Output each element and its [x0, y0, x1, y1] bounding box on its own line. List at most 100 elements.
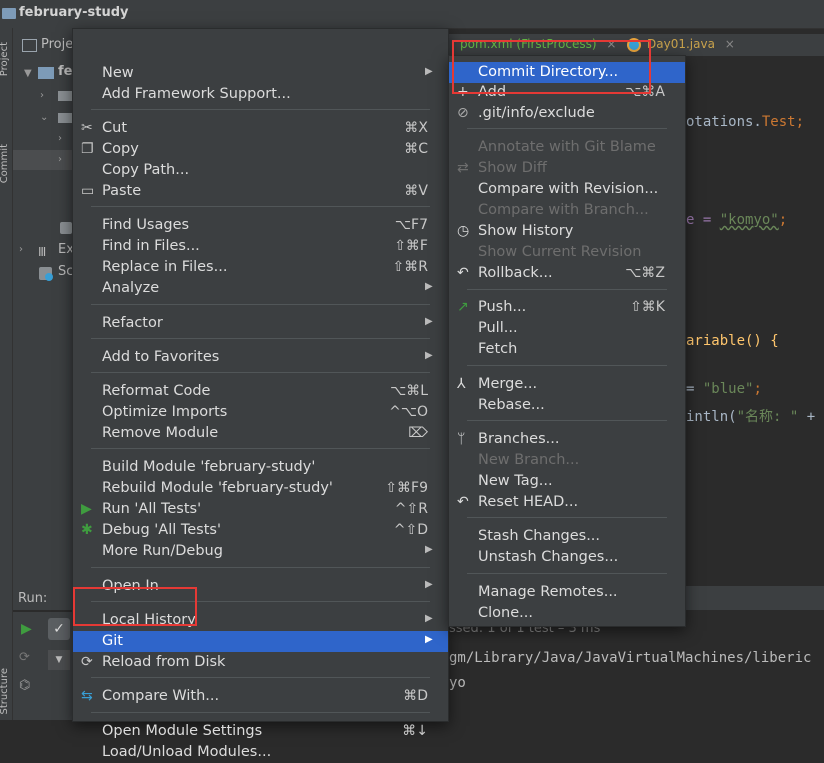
project-tool-tab[interactable]: Project: [0, 42, 10, 76]
rerun-icon[interactable]: ▶: [21, 621, 32, 637]
menu-item-label: Analyze: [102, 280, 160, 296]
tab-day01-java[interactable]: Day01.java ×: [647, 37, 735, 51]
menu-item-add-framework-support[interactable]: Add Framework Support...: [73, 84, 448, 105]
menu-separator: [467, 517, 667, 518]
clock-icon: [45, 273, 53, 281]
menu-item-clone[interactable]: Clone...: [449, 603, 685, 624]
menu-item-label: Show Current Revision: [478, 244, 642, 260]
menu-item-merge[interactable]: ⅄ Merge...: [449, 374, 685, 395]
structure-tool-tab[interactable]: Structure: [0, 668, 10, 715]
menu-item-run-all-tests[interactable]: ▶ Run 'All Tests' ^⇧R: [73, 499, 448, 520]
menu-separator: [91, 206, 430, 207]
menu-item-label: Find in Files...: [102, 238, 200, 254]
ignore-icon: ⊘: [457, 105, 469, 121]
folder-icon: [58, 113, 72, 123]
menu-item-label: Compare With...: [102, 688, 220, 704]
shortcut-label: ^⇧D: [393, 522, 428, 538]
menu-item-reload-from-disk[interactable]: ⟳ Reload from Disk: [73, 652, 448, 673]
menu-item-label: Remove Module: [102, 425, 219, 441]
commit-tool-tab[interactable]: Commit: [0, 144, 10, 183]
chevron-right-icon[interactable]: ›: [40, 90, 44, 101]
shortcut-label: ⌥F7: [394, 217, 428, 233]
menu-item-open-module-settings[interactable]: Open Module Settings ⌘↓: [73, 721, 448, 742]
checkmark-icon[interactable]: ✓: [48, 618, 70, 640]
module-folder-icon: [38, 67, 54, 79]
menu-item-reformat-code[interactable]: Reformat Code ⌥⌘L: [73, 381, 448, 402]
menu-item-label: Open Module Settings: [102, 723, 263, 739]
menu-item-label: Rollback...: [478, 265, 553, 281]
git-submenu: Commit Directory... + Add ⌥⌘A ⊘ .git/info/exc…: [448, 55, 686, 627]
menu-item-manage-remotes[interactable]: Manage Remotes...: [449, 582, 685, 603]
menu-separator: [91, 448, 430, 449]
menu-item-label: Merge...: [478, 376, 538, 392]
menu-item-more-run-debug[interactable]: More Run/Debug ▶: [73, 541, 448, 562]
menu-item-find-in-files[interactable]: Find in Files... ⇧⌘F: [73, 236, 448, 257]
menu-item-refactor[interactable]: Refactor ▶: [73, 313, 448, 334]
menu-item-add-to-favorites[interactable]: Add to Favorites ▶: [73, 347, 448, 368]
code-line: ariable() {: [686, 333, 779, 349]
menu-item-git-info-exclude[interactable]: ⊘ .git/info/exclude: [449, 103, 685, 124]
chevron-right-icon[interactable]: ›: [19, 244, 23, 255]
menu-item-label: Copy Path...: [102, 162, 190, 178]
menu-item-rebuild-module-february-study[interactable]: Rebuild Module 'february-study' ⇧⌘F9: [73, 478, 448, 499]
menu-item-unstash-changes[interactable]: Unstash Changes...: [449, 547, 685, 568]
rerun-failed-icon[interactable]: ⟳: [19, 650, 30, 665]
menu-item-label: New Branch...: [478, 452, 580, 468]
menu-separator: [467, 420, 667, 421]
menu-item-label: Rebase...: [478, 397, 545, 413]
menu-item-branches[interactable]: ᛘ Branches...: [449, 429, 685, 450]
menu-item-reset-head[interactable]: ↶ Reset HEAD...: [449, 492, 685, 513]
menu-separator: [467, 128, 667, 129]
menu-item-load-unload-modules[interactable]: Load/Unload Modules...: [73, 742, 448, 763]
menu-item-git[interactable]: Git ▶: [73, 631, 448, 652]
menu-item-find-usages[interactable]: Find Usages ⌥F7: [73, 215, 448, 236]
menu-item-copy[interactable]: ❐ Copy ⌘C: [73, 139, 448, 160]
chevron-down-icon[interactable]: ▼: [24, 68, 32, 79]
menu-item-rollback[interactable]: ↶ Rollback... ⌥⌘Z: [449, 263, 685, 284]
menu-item-optimize-imports[interactable]: Optimize Imports ^⌥O: [73, 402, 448, 423]
menu-item-stash-changes[interactable]: Stash Changes...: [449, 526, 685, 547]
menu-item-pull[interactable]: Pull...: [449, 318, 685, 339]
selected-tree-row[interactable]: [13, 150, 73, 170]
menu-item-compare-with-revision[interactable]: Compare with Revision...: [449, 179, 685, 200]
run-icon: ▶: [81, 501, 92, 517]
menu-item-label: Rebuild Module 'february-study': [102, 480, 333, 496]
chevron-right-icon: ▶: [425, 579, 433, 590]
menu-item-cut[interactable]: ✂ Cut ⌘X: [73, 118, 448, 139]
menu-separator: [91, 567, 430, 568]
menu-item-paste[interactable]: ▭ Paste ⌘V: [73, 181, 448, 202]
menu-item-label: Cut: [102, 120, 127, 136]
menu-item-debug-all-tests[interactable]: ✱ Debug 'All Tests' ^⇧D: [73, 520, 448, 541]
menu-item-new-tag[interactable]: New Tag...: [449, 471, 685, 492]
menu-item-rebase[interactable]: Rebase...: [449, 395, 685, 416]
libraries-icon: Ⅲ: [38, 245, 47, 259]
menu-item-label: Load/Unload Modules...: [102, 744, 272, 760]
menu-item-compare-with[interactable]: ⇆ Compare With... ⌘D: [73, 686, 448, 707]
title-bar: february-study: [0, 0, 824, 29]
annotation-highlight-box: [452, 40, 651, 94]
menu-item-remove-module[interactable]: Remove Module ⌦: [73, 423, 448, 444]
snapshot-icon[interactable]: ⌬: [19, 678, 30, 693]
shortcut-label: ⌘C: [404, 141, 428, 157]
menu-item-label: Pull...: [478, 320, 518, 336]
menu-item-show-history[interactable]: ◷ Show History: [449, 221, 685, 242]
menu-item-analyze[interactable]: Analyze ▶: [73, 278, 448, 299]
chevron-right-icon[interactable]: ›: [58, 133, 62, 144]
chevron-right-icon: ▶: [425, 66, 433, 77]
rollback-icon: ↶: [457, 265, 469, 281]
menu-item-push[interactable]: ↗ Push... ⇧⌘K: [449, 297, 685, 318]
chevron-down-icon[interactable]: ⌄: [40, 112, 48, 123]
menu-item-build-module-february-study[interactable]: Build Module 'february-study': [73, 457, 448, 478]
chevron-right-icon[interactable]: ›: [58, 154, 62, 165]
close-icon[interactable]: ×: [725, 37, 735, 51]
menu-item-label: Refactor: [102, 315, 163, 331]
menu-item-new[interactable]: New ▶: [73, 63, 448, 84]
project-panel-header[interactable]: Proje: [41, 37, 73, 52]
menu-item-copy-path[interactable]: Copy Path...: [73, 160, 448, 181]
chevron-down-icon[interactable]: ▼: [48, 650, 70, 670]
menu-item-replace-in-files[interactable]: Replace in Files... ⇧⌘R: [73, 257, 448, 278]
menu-item-fetch[interactable]: Fetch: [449, 339, 685, 360]
menu-item-label: Compare with Branch...: [478, 202, 649, 218]
project-root-node[interactable]: fe: [58, 64, 72, 79]
menu-item-show-diff: ⇄ Show Diff: [449, 158, 685, 179]
